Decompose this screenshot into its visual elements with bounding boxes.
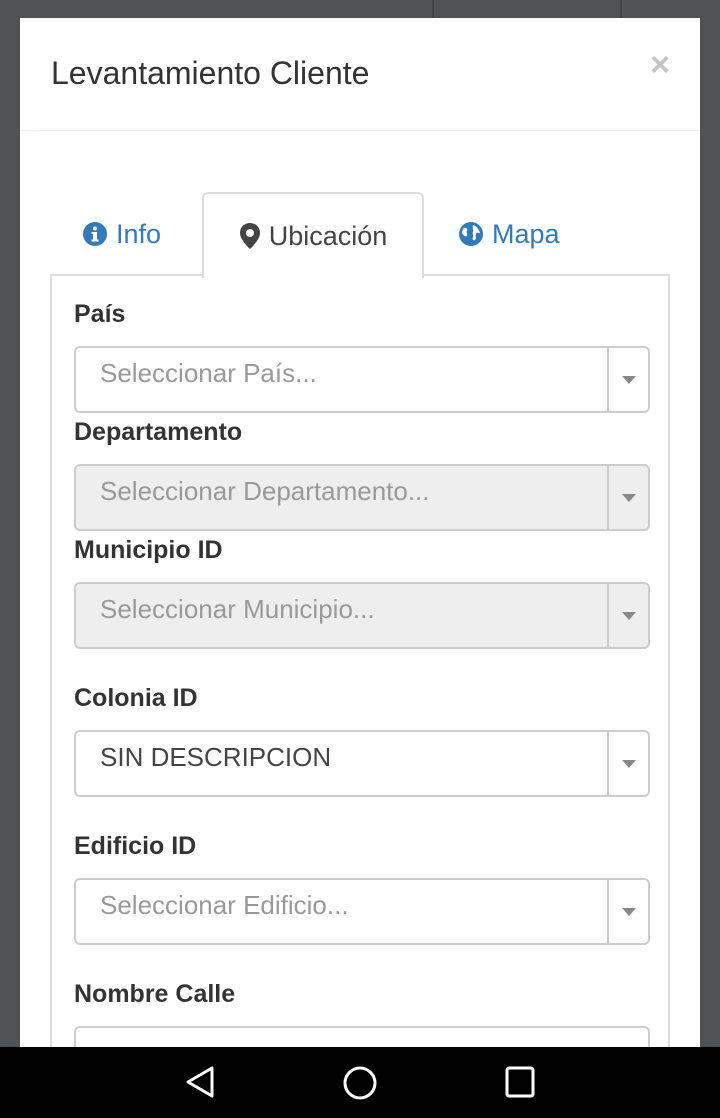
tab-mapa[interactable]: Mapa (458, 192, 560, 276)
chevron-down-icon (607, 880, 648, 943)
tab-ubicacion-label: Ubicación (268, 220, 388, 251)
edificio-select-placeholder: Seleccionar Edificio... (100, 890, 349, 920)
tab-info-label: Info (116, 218, 162, 249)
close-button[interactable]: × (650, 48, 670, 82)
android-navigation-bar (0, 1047, 720, 1118)
colonia-select-value: SIN DESCRIPCION (100, 742, 332, 772)
globe-icon (459, 222, 483, 246)
departamento-label: Departamento (74, 418, 243, 446)
map-marker-icon (239, 223, 260, 249)
pais-label: País (74, 300, 126, 328)
pais-select-placeholder: Seleccionar País... (100, 358, 317, 388)
home-icon[interactable] (342, 1065, 378, 1101)
edificio-select[interactable]: Seleccionar Edificio... (74, 878, 650, 945)
chevron-down-icon (607, 584, 648, 647)
pais-select[interactable]: Seleccionar País... (74, 346, 650, 413)
tab-info[interactable]: Info (82, 192, 161, 276)
departamento-select[interactable]: Seleccionar Departamento... (74, 464, 650, 531)
municipio-select[interactable]: Seleccionar Municipio... (74, 582, 650, 649)
backdrop (432, 0, 622, 20)
nombre-calle-label: Nombre Calle (74, 980, 236, 1008)
modal-title: Levantamiento Cliente (51, 55, 370, 91)
tab-ubicacion[interactable]: Ubicación (202, 192, 424, 278)
chevron-down-icon (607, 466, 648, 529)
tab-mapa-label: Mapa (492, 218, 560, 249)
chevron-down-icon (607, 348, 648, 411)
departamento-select-placeholder: Seleccionar Departamento... (100, 476, 430, 506)
chevron-down-icon (607, 732, 648, 795)
modal-header: Levantamiento Cliente × (20, 18, 700, 131)
info-icon (83, 222, 107, 246)
tab-bar: Info Ubicación Mapa (50, 192, 670, 278)
ubicacion-panel: País Seleccionar País... Departamento Se… (50, 274, 670, 1086)
colonia-label: Colonia ID (74, 684, 198, 712)
recent-apps-icon[interactable] (504, 1065, 536, 1099)
municipio-select-placeholder: Seleccionar Municipio... (100, 594, 375, 624)
municipio-label: Municipio ID (74, 536, 223, 564)
edificio-label: Edificio ID (74, 832, 197, 860)
back-icon[interactable] (184, 1065, 216, 1099)
colonia-select[interactable]: SIN DESCRIPCION (74, 730, 650, 797)
